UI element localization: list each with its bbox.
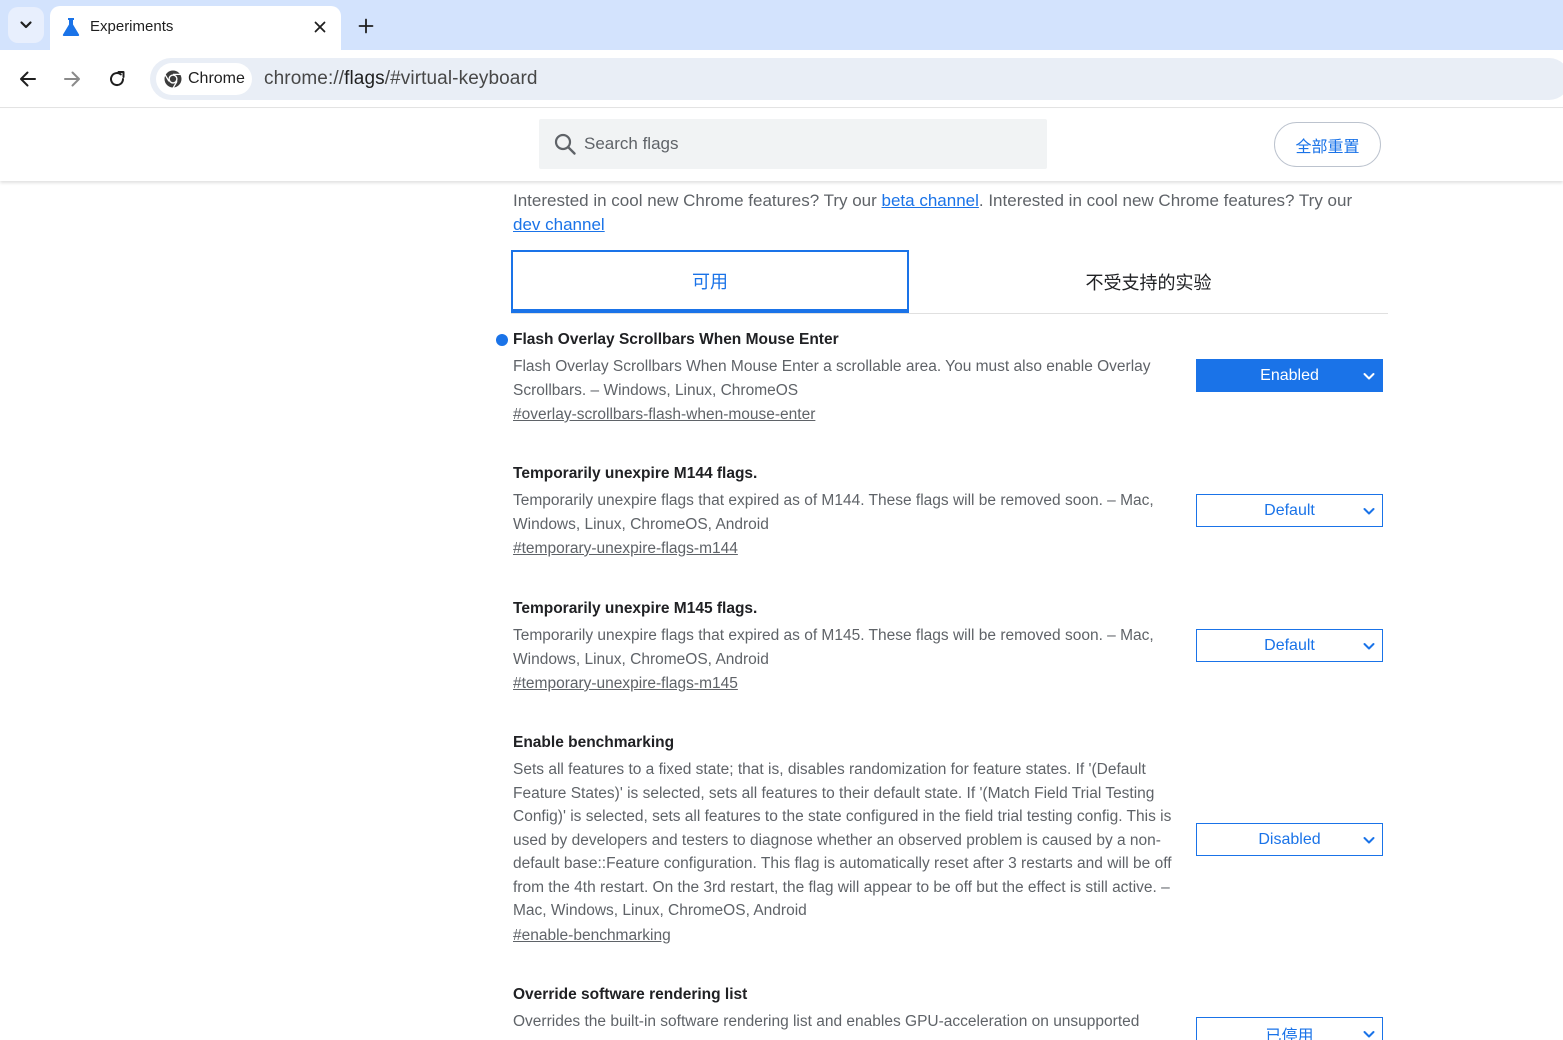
select-value: Default bbox=[1264, 501, 1315, 519]
tab-available[interactable]: 可用 bbox=[511, 250, 909, 313]
flask-icon bbox=[62, 17, 80, 42]
experiment-select[interactable]: Disabled bbox=[1196, 823, 1383, 856]
promo-text-1: Interested in cool new Chrome features? … bbox=[513, 191, 882, 210]
tab-search-button[interactable] bbox=[8, 7, 44, 43]
experiment-item: Temporarily unexpire M144 flags. Tempora… bbox=[513, 463, 1383, 558]
reset-all-button[interactable]: 全部重置 bbox=[1274, 122, 1381, 167]
browser-tab-experiments[interactable]: Experiments bbox=[50, 6, 341, 50]
experiment-description: Temporarily unexpire flags that expired … bbox=[513, 627, 1154, 668]
flags-header: 全部重置 bbox=[0, 109, 1563, 181]
chrome-logo-icon bbox=[164, 70, 182, 88]
close-icon bbox=[314, 21, 326, 33]
chevron-down-icon bbox=[1363, 373, 1375, 380]
tab-title: Experiments bbox=[90, 18, 174, 35]
experiment-link[interactable]: #temporary-unexpire-flags-m144 bbox=[513, 540, 738, 558]
address-bar[interactable]: Chrome chrome://flags/#virtual-keyboard bbox=[150, 58, 1563, 100]
tab-strip: Experiments bbox=[0, 0, 1563, 50]
experiment-select[interactable]: Default bbox=[1196, 629, 1383, 662]
experiment-tabs: 可用 不受支持的实验 bbox=[511, 250, 1388, 314]
url-host: flags bbox=[344, 68, 385, 89]
experiment-link[interactable]: #enable-benchmarking bbox=[513, 927, 671, 945]
experiment-item: Temporarily unexpire M145 flags. Tempora… bbox=[513, 598, 1383, 693]
arrow-left-icon bbox=[20, 71, 36, 87]
chip-label: Chrome bbox=[188, 70, 245, 87]
select-value: Enabled bbox=[1260, 366, 1319, 384]
chevron-down-icon bbox=[1363, 643, 1375, 650]
reload-button[interactable] bbox=[103, 65, 131, 93]
chevron-down-icon bbox=[20, 21, 32, 29]
url-text[interactable]: chrome://flags/#virtual-keyboard bbox=[264, 68, 538, 90]
url-path: /#virtual-keyboard bbox=[384, 68, 538, 89]
experiment-description: Overrides the built-in software renderin… bbox=[513, 1013, 1140, 1030]
arrow-right-icon bbox=[64, 71, 80, 87]
experiment-item: Enable benchmarking Sets all features to… bbox=[513, 732, 1383, 945]
dev-channel-link[interactable]: dev channel bbox=[513, 215, 605, 234]
experiment-description: Sets all features to a fixed state; that… bbox=[513, 761, 1172, 919]
reload-icon bbox=[110, 71, 125, 87]
flags-content: Interested in cool new Chrome features? … bbox=[0, 181, 1563, 1040]
close-tab-button[interactable] bbox=[309, 16, 331, 38]
experiment-item: Flash Overlay Scrollbars When Mouse Ente… bbox=[496, 329, 1383, 424]
experiment-select[interactable]: 已停用 bbox=[1196, 1017, 1383, 1040]
new-tab-button[interactable] bbox=[352, 12, 380, 40]
experiment-select[interactable]: Enabled bbox=[1196, 359, 1383, 392]
experiment-title: Flash Overlay Scrollbars When Mouse Ente… bbox=[513, 331, 839, 348]
experiment-select[interactable]: Default bbox=[1196, 494, 1383, 527]
chevron-down-icon bbox=[1363, 837, 1375, 844]
toolbar: Chrome chrome://flags/#virtual-keyboard bbox=[0, 50, 1563, 108]
chevron-down-icon bbox=[1363, 1031, 1375, 1038]
experiment-title: Temporarily unexpire M144 flags. bbox=[513, 465, 758, 482]
channel-promo: Interested in cool new Chrome features? … bbox=[513, 189, 1383, 237]
modified-indicator bbox=[496, 334, 508, 346]
url-scheme: chrome:// bbox=[264, 68, 345, 89]
experiment-title: Temporarily unexpire M145 flags. bbox=[513, 600, 758, 617]
plus-icon bbox=[358, 18, 374, 34]
promo-text-2: . Interested in cool new Chrome features… bbox=[978, 191, 1353, 210]
experiment-item: Override software rendering list Overrid… bbox=[513, 984, 1383, 1040]
experiment-title: Enable benchmarking bbox=[513, 734, 675, 751]
experiment-title: Override software rendering list bbox=[513, 986, 748, 1003]
experiment-link[interactable]: #overlay-scrollbars-flash-when-mouse-ent… bbox=[513, 406, 815, 424]
search-flags-input[interactable] bbox=[584, 119, 1024, 169]
back-button[interactable] bbox=[14, 65, 42, 93]
chevron-down-icon bbox=[1363, 508, 1375, 515]
beta-channel-link[interactable]: beta channel bbox=[882, 191, 979, 210]
search-box bbox=[539, 119, 1047, 169]
experiment-link[interactable]: #temporary-unexpire-flags-m145 bbox=[513, 675, 738, 693]
experiment-description: Temporarily unexpire flags that expired … bbox=[513, 492, 1154, 533]
search-icon bbox=[553, 132, 577, 161]
forward-button[interactable] bbox=[58, 65, 86, 93]
site-info-chip[interactable]: Chrome bbox=[156, 63, 252, 95]
tab-unavailable[interactable]: 不受支持的实验 bbox=[909, 250, 1388, 313]
select-value: Default bbox=[1264, 636, 1315, 654]
experiment-description: Flash Overlay Scrollbars When Mouse Ente… bbox=[513, 358, 1151, 399]
select-value: 已停用 bbox=[1265, 1027, 1314, 1040]
select-value: Disabled bbox=[1258, 830, 1321, 848]
